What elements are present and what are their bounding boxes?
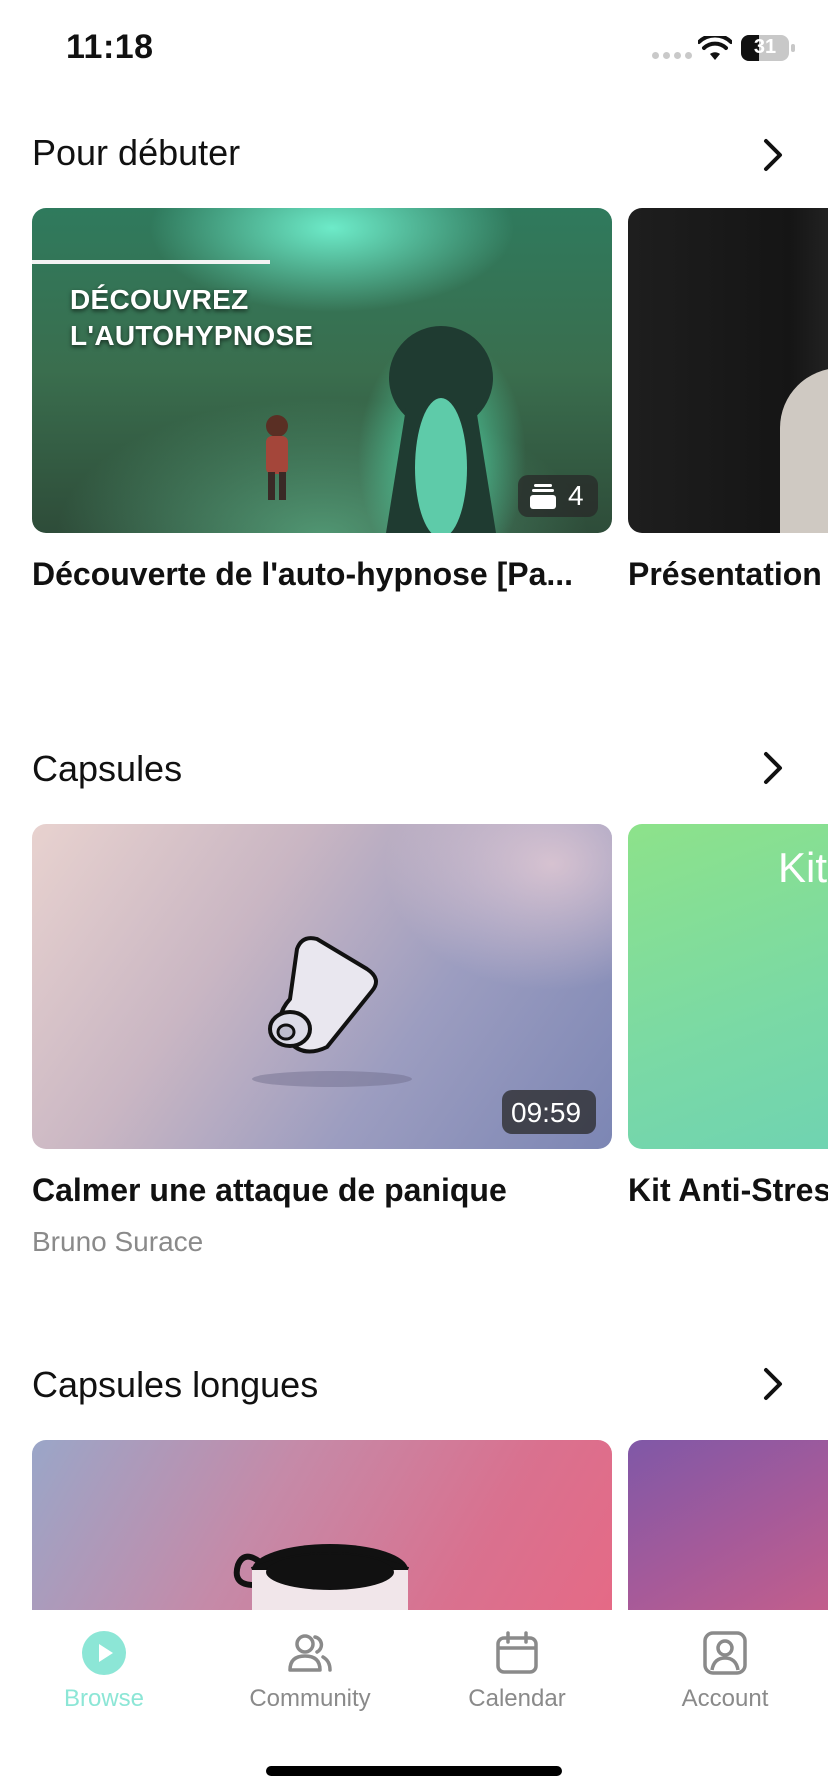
people-icon xyxy=(288,1634,332,1672)
status-bar: 11:18 31 xyxy=(0,0,828,100)
status-time: 11:18 xyxy=(66,28,154,66)
tab-bar: Browse Community Calendar Account xyxy=(0,1610,828,1792)
cellular-signal-icon xyxy=(652,52,692,62)
card-thumbnail xyxy=(628,208,828,533)
tab-account[interactable]: Account xyxy=(645,1630,805,1713)
coffee-capsule-illustration xyxy=(252,936,412,1087)
calendar-icon xyxy=(496,1631,538,1674)
card-thumbnail: DÉCOUVREZ L'AUTOHYPNOSE 4 xyxy=(32,208,612,533)
card-thumbnail: 09:59 xyxy=(32,824,612,1149)
wifi-icon xyxy=(698,36,732,60)
account-icon xyxy=(703,1631,747,1675)
play-circle-icon xyxy=(82,1631,126,1675)
section-title-pour-debuter: Pour débuter xyxy=(32,132,241,173)
tab-label: Community xyxy=(249,1685,371,1712)
chevron-right-icon[interactable] xyxy=(758,751,786,785)
tab-browse[interactable]: Browse xyxy=(24,1630,184,1713)
card-calmer-attaque-panique[interactable]: 09:59 xyxy=(32,824,612,1149)
card-title[interactable]: Découverte de l'auto-hypnose [Pa... xyxy=(32,556,573,593)
duration-badge: 09:59 xyxy=(502,1090,596,1134)
card-thumbnail xyxy=(32,1440,612,1610)
thumbnail-headline: DÉCOUVREZ L'AUTOHYPNOSE xyxy=(70,284,314,351)
tab-label: Account xyxy=(681,1685,769,1712)
episode-count-badge: 4 xyxy=(518,475,598,517)
battery-level: 31 xyxy=(753,36,777,58)
home-indicator xyxy=(266,1766,562,1776)
card-capsule-longue[interactable] xyxy=(32,1440,612,1610)
tab-label: Browse xyxy=(63,1685,145,1712)
keyhole-illustration xyxy=(386,326,496,533)
card-title[interactable]: Présentation xyxy=(628,556,822,593)
stack-icon xyxy=(530,484,556,509)
child-figure xyxy=(266,415,288,500)
card-kit-anti-stress[interactable]: Kit xyxy=(628,824,828,1149)
card-thumbnail xyxy=(628,1440,828,1610)
card-capsule-longue-peek[interactable] xyxy=(628,1440,828,1610)
tab-calendar[interactable]: Calendar xyxy=(437,1630,597,1713)
tab-label: Calendar xyxy=(468,1685,566,1712)
section-title-capsules-longues: Capsules longues xyxy=(32,1364,319,1405)
cup-illustration xyxy=(233,1544,410,1610)
battery-icon: 31 xyxy=(741,35,795,61)
chevron-right-icon[interactable] xyxy=(758,138,786,172)
thumbnail-text: Kit xyxy=(778,844,828,891)
progress-bar xyxy=(32,260,270,264)
section-title-capsules: Capsules xyxy=(32,748,183,789)
tab-community[interactable]: Community xyxy=(230,1630,390,1713)
card-title[interactable]: Calmer une attaque de panique xyxy=(32,1172,507,1209)
card-presentation[interactable] xyxy=(628,208,828,533)
card-decouverte-autohypnose[interactable]: DÉCOUVREZ L'AUTOHYPNOSE 4 xyxy=(32,208,612,533)
card-thumbnail: Kit xyxy=(628,824,828,1149)
card-title[interactable]: Kit Anti-Stres xyxy=(628,1172,828,1209)
card-author: Bruno Surace xyxy=(32,1226,204,1257)
chevron-right-icon[interactable] xyxy=(758,1367,786,1401)
